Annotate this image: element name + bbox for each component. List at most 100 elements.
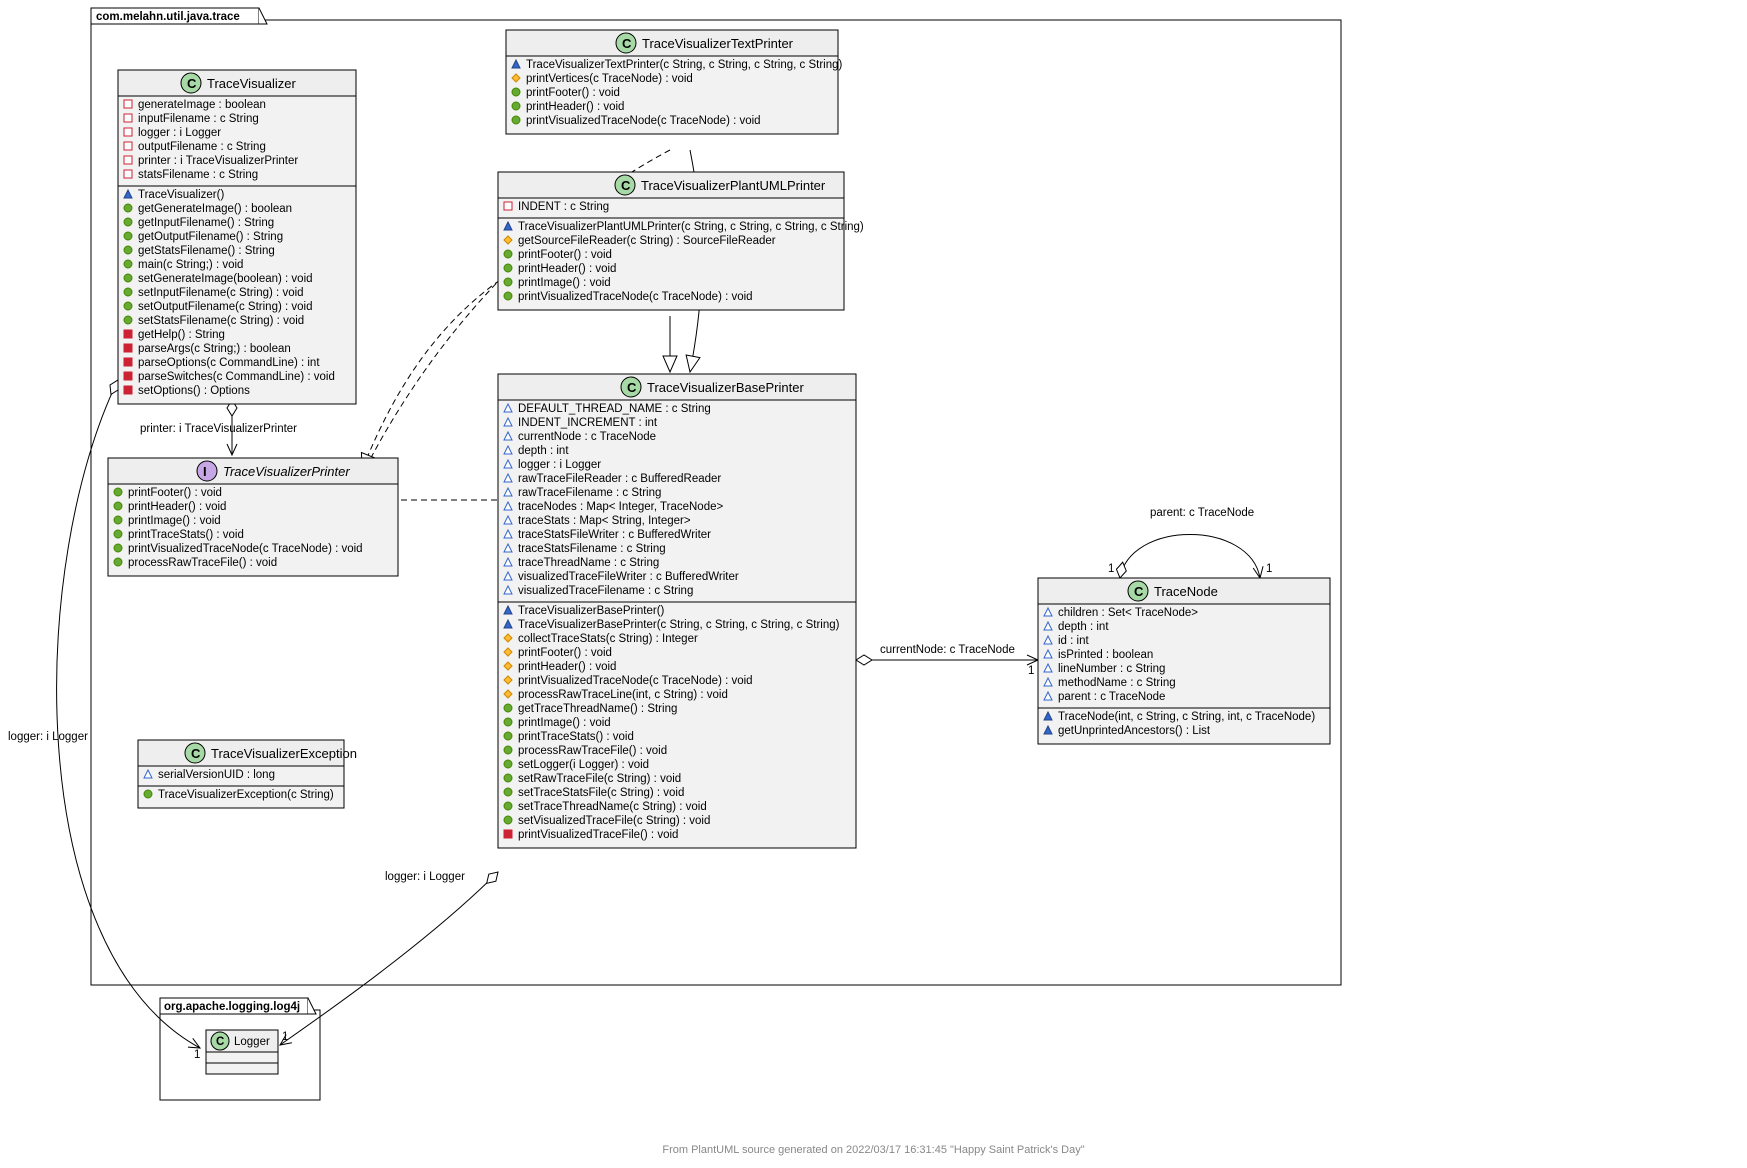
- svg-text:TraceVisualizerException(c Str: TraceVisualizerException(c String): [158, 789, 334, 801]
- svg-text:getStatsFilename() : String: getStatsFilename() : String: [138, 245, 275, 257]
- svg-text:1: 1: [1108, 563, 1114, 575]
- svg-text:logger: i Logger: logger: i Logger: [8, 731, 88, 743]
- svg-text:TraceNode(int, c String, c Str: TraceNode(int, c String, c String, int, …: [1058, 711, 1315, 723]
- svg-text:printer: i TraceVisualizerPrin: printer: i TraceVisualizerPrinter: [140, 423, 297, 435]
- svg-text:visualizedTraceFileWriter : c: visualizedTraceFileWriter : c BufferedWr…: [518, 571, 739, 583]
- svg-text:TraceVisualizerTextPrinter(c S: TraceVisualizerTextPrinter(c String, c S…: [526, 59, 843, 71]
- svg-text:1: 1: [282, 1031, 288, 1043]
- svg-text:1: 1: [1028, 665, 1034, 677]
- svg-text:printVertices(c TraceNode) :: printVertices(c TraceNode) : void: [526, 73, 693, 85]
- svg-text:id : int: id : int: [1058, 635, 1089, 647]
- svg-text:traceStats : Map< String, Int: traceStats : Map< String, Integer>: [518, 515, 691, 527]
- svg-text:TraceVisualizerPrinter: TraceVisualizerPrinter: [223, 464, 350, 479]
- svg-text:printFooter() : void: printFooter() : void: [526, 87, 620, 99]
- svg-text:currentNode: c TraceNode: currentNode: c TraceNode: [880, 644, 1015, 656]
- svg-text:setOptions() : Options: setOptions() : Options: [138, 385, 250, 397]
- svg-text:printVisualizedTraceFile() :: printVisualizedTraceFile() : void: [518, 829, 678, 841]
- svg-text:isPrinted : boolean: isPrinted : boolean: [1058, 649, 1153, 661]
- class-TraceVisualizerPrinter: I TraceVisualizerPrinterprintFooter() : v…: [108, 458, 398, 576]
- svg-text:depth : int: depth : int: [518, 445, 569, 457]
- package-log4j-title: org.apache.logging.log4j: [164, 1001, 300, 1013]
- svg-text:printVisualizedTraceNode(c Tra: printVisualizedTraceNode(c TraceNode) : …: [526, 115, 761, 127]
- svg-text:printVisualizedTraceNode(c Tra: printVisualizedTraceNode(c TraceNode) : …: [518, 675, 753, 687]
- svg-text:generateImage : boolean: generateImage : boolean: [138, 99, 266, 111]
- svg-text:traceNodes : Map< Integer, Tr: traceNodes : Map< Integer, TraceNode>: [518, 501, 723, 513]
- svg-text:getInputFilename() : String: getInputFilename() : String: [138, 217, 274, 229]
- svg-text:TraceVisualizerBasePrinter: TraceVisualizerBasePrinter: [647, 380, 804, 395]
- svg-text:rawTraceFilename : c String: rawTraceFilename : c String: [518, 487, 661, 499]
- svg-text:printHeader() : void: printHeader() : void: [128, 501, 226, 513]
- svg-text:setRawTraceFile(c String) : v: setRawTraceFile(c String) : void: [518, 773, 681, 785]
- svg-text:setGenerateImage(boolean) : v: setGenerateImage(boolean) : void: [138, 273, 313, 285]
- uml-diagram: com.melahn.util.java.trace org.apache.lo…: [0, 0, 1747, 1140]
- svg-text:getTraceThreadName() : String: getTraceThreadName() : String: [518, 703, 677, 715]
- svg-text:methodName : c String: methodName : c String: [1058, 677, 1176, 689]
- svg-text:outputFilename : c String: outputFilename : c String: [138, 141, 266, 153]
- svg-text:TraceNode: TraceNode: [1154, 584, 1218, 599]
- svg-text:traceThreadName : c String: traceThreadName : c String: [518, 557, 659, 569]
- svg-text:TraceVisualizerException: TraceVisualizerException: [211, 746, 357, 761]
- svg-text:printImage() : void: printImage() : void: [518, 277, 611, 289]
- svg-text:parseOptions(c CommandLine) :: parseOptions(c CommandLine) : int: [138, 357, 320, 369]
- svg-text:1: 1: [194, 1049, 200, 1061]
- svg-text:printImage() : void: printImage() : void: [518, 717, 611, 729]
- svg-text:logger: i Logger: logger: i Logger: [385, 871, 465, 883]
- svg-text:serialVersionUID : long: serialVersionUID : long: [158, 769, 275, 781]
- svg-text:INDENT : c String: INDENT : c String: [518, 201, 609, 213]
- svg-text:getSourceFileReader(c String): getSourceFileReader(c String) : SourceFi…: [518, 235, 776, 247]
- svg-text:I: I: [203, 464, 207, 479]
- svg-text:printVisualizedTraceNode(c Tra: printVisualizedTraceNode(c TraceNode) : …: [518, 291, 753, 303]
- svg-text:setVisualizedTraceFile(c Strin: setVisualizedTraceFile(c String) : void: [518, 815, 710, 827]
- svg-text:printer : i TraceVisualizerPri: printer : i TraceVisualizerPrinter: [138, 155, 298, 167]
- svg-text:getGenerateImage() : boolean: getGenerateImage() : boolean: [138, 203, 292, 215]
- class-TraceVisualizerPlantUMLPrinter: CTraceVisualizerPlantUMLPrinterINDENT : …: [498, 172, 864, 310]
- svg-text:setLogger(i Logger) : void: setLogger(i Logger) : void: [518, 759, 649, 771]
- svg-text:parent: c TraceNode: parent: c TraceNode: [1150, 507, 1254, 519]
- package-title: com.melahn.util.java.trace: [96, 11, 240, 23]
- footer-text: From PlantUML source generated on 2022/0…: [0, 1144, 1747, 1156]
- svg-text:parent : c TraceNode: parent : c TraceNode: [1058, 691, 1165, 703]
- svg-text:parseSwitches(c CommandLine): parseSwitches(c CommandLine) : void: [138, 371, 335, 383]
- svg-text:C: C: [1134, 584, 1144, 599]
- svg-text:C: C: [187, 76, 197, 91]
- svg-text:getHelp() : String: getHelp() : String: [138, 329, 225, 341]
- svg-text:setTraceThreadName(c String): setTraceThreadName(c String) : void: [518, 801, 707, 813]
- svg-text:inputFilename : c String: inputFilename : c String: [138, 113, 259, 125]
- svg-text:processRawTraceLine(int, c Str: processRawTraceLine(int, c String) : voi…: [518, 689, 728, 701]
- svg-text:logger : i Logger: logger : i Logger: [518, 459, 601, 471]
- svg-text:TraceVisualizerBasePrinter(c S: TraceVisualizerBasePrinter(c String, c S…: [518, 619, 840, 631]
- svg-text:traceStatsFileWriter : c Buffe: traceStatsFileWriter : c BufferedWriter: [518, 529, 711, 541]
- svg-text:printImage() : void: printImage() : void: [128, 515, 221, 527]
- class-TraceVisualizerException: C TraceVisualizerException serialVersionUI…: [138, 740, 357, 808]
- svg-text:statsFilename : c String: statsFilename : c String: [138, 169, 258, 181]
- svg-text:C: C: [191, 746, 201, 761]
- svg-text:printTraceStats() : void: printTraceStats() : void: [128, 529, 244, 541]
- svg-text:TraceVisualizerPlantUMLPrinter: TraceVisualizerPlantUMLPrinter: [641, 178, 826, 193]
- svg-text:getUnprintedAncestors() : Lis: getUnprintedAncestors() : List: [1058, 725, 1211, 737]
- svg-text:INDENT_INCREMENT : int: INDENT_INCREMENT : int: [518, 417, 658, 429]
- class-TraceVisualizer: CTraceVisualizergenerateImage : booleani…: [118, 70, 356, 404]
- svg-text:setInputFilename(c String) :: setInputFilename(c String) : void: [138, 287, 304, 299]
- svg-text:processRawTraceFile() : void: processRawTraceFile() : void: [128, 557, 277, 569]
- svg-text:printFooter() : void: printFooter() : void: [128, 487, 222, 499]
- svg-text:printHeader() : void: printHeader() : void: [518, 263, 616, 275]
- svg-text:printVisualizedTraceNode(c Tra: printVisualizedTraceNode(c TraceNode) : …: [128, 543, 363, 555]
- class-Logger: C Logger: [206, 1030, 278, 1074]
- svg-text:1: 1: [1266, 563, 1272, 575]
- svg-text:C: C: [216, 1036, 224, 1048]
- svg-text:setStatsFilename(c String) :: setStatsFilename(c String) : void: [138, 315, 304, 327]
- svg-text:TraceVisualizerTextPrinter: TraceVisualizerTextPrinter: [642, 36, 794, 51]
- svg-text:processRawTraceFile() : void: processRawTraceFile() : void: [518, 745, 667, 757]
- svg-text:main(c String;) : void: main(c String;) : void: [138, 259, 243, 271]
- svg-text:traceStatsFilename : c String: traceStatsFilename : c String: [518, 543, 666, 555]
- svg-text:lineNumber : c String: lineNumber : c String: [1058, 663, 1165, 675]
- svg-text:getOutputFilename() : String: getOutputFilename() : String: [138, 231, 283, 243]
- svg-text:currentNode : c TraceNode: currentNode : c TraceNode: [518, 431, 656, 443]
- svg-text:Logger: Logger: [234, 1036, 270, 1048]
- svg-text:setTraceStatsFile(c String) :: setTraceStatsFile(c String) : void: [518, 787, 684, 799]
- svg-text:rawTraceFileReader : c Buffere: rawTraceFileReader : c BufferedReader: [518, 473, 721, 485]
- svg-text:children : Set< TraceNode>: children : Set< TraceNode>: [1058, 607, 1198, 619]
- svg-text:depth : int: depth : int: [1058, 621, 1109, 633]
- class-TraceVisualizerTextPrinter: CTraceVisualizerTextPrinterTraceVisualiz…: [506, 30, 843, 134]
- class-TraceVisualizerBasePrinter: CTraceVisualizerBasePrinterDEFAULT_THREA…: [498, 374, 856, 848]
